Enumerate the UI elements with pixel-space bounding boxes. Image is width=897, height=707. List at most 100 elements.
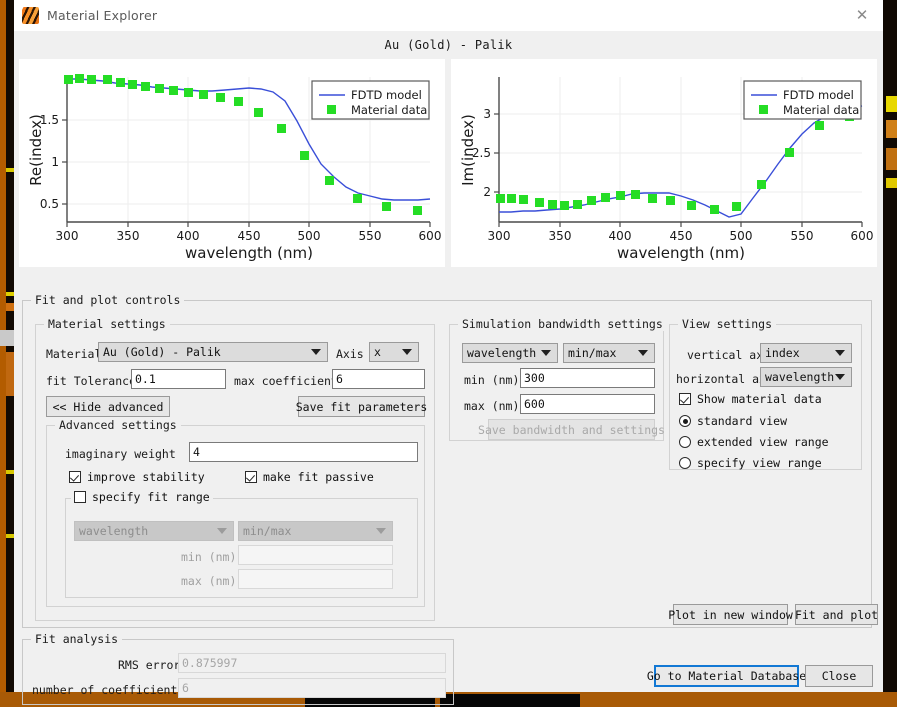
fit-range-mode-value: min/max: [243, 524, 292, 538]
bg-accent-right-orange-2: [886, 148, 897, 170]
legend-label-model-im: FDTD model: [783, 88, 854, 102]
horizontal-axis-value: wavelength: [765, 370, 835, 384]
radio-icon: [679, 436, 691, 448]
bandwidth-mode-value: min/max: [568, 346, 617, 360]
rms-error-label: RMS error: [118, 658, 181, 672]
xtick-label: 300: [488, 229, 511, 243]
legend-label-data-re: Material data: [351, 103, 427, 117]
plot-im-index-svg: 2 2.5 3 300 350 400 450 500 550 600 wave…: [451, 59, 877, 267]
xtick-label: 300: [56, 229, 79, 243]
fit-range-quantity-dropdown: wavelength: [74, 521, 234, 541]
fit-and-plot-label: Fit and plot: [794, 607, 879, 622]
material-label: Material: [46, 347, 102, 361]
checkbox-icon: [245, 471, 257, 483]
close-button[interactable]: Close: [805, 665, 873, 687]
axis-dropdown-value: x: [374, 345, 381, 359]
radio-standard-view[interactable]: standard view: [679, 414, 787, 428]
xaxis-label-im: wavelength (nm): [617, 244, 745, 262]
yaxis-label-re: Re(index): [27, 114, 45, 186]
bg-accent-right-yellow-1: [886, 96, 897, 112]
bandwidth-min-value: 300: [524, 371, 545, 385]
material-dropdown-value: Au (Gold) - Palik: [103, 345, 221, 359]
material-dropdown[interactable]: Au (Gold) - Palik: [98, 342, 328, 362]
fit-and-plot-button[interactable]: Fit and plot: [795, 604, 878, 625]
plot-area: 0.5 1 1.5 300 350 400 450 500 550 600 wa…: [19, 59, 877, 267]
plot-re-index-svg: 0.5 1 1.5 300 350 400 450 500 550 600 wa…: [19, 59, 445, 267]
make-fit-passive-label: make fit passive: [263, 470, 374, 484]
radio-specify-view-range[interactable]: specify view range: [679, 456, 822, 470]
horizontal-axis-dropdown[interactable]: wavelength: [760, 367, 852, 387]
plot-re-index[interactable]: 0.5 1 1.5 300 350 400 450 500 550 600 wa…: [19, 59, 445, 267]
xtick-label: 350: [549, 229, 572, 243]
max-coefficients-label: max coefficients: [234, 374, 345, 388]
vertical-axis-dropdown[interactable]: index: [760, 343, 852, 363]
hide-advanced-button[interactable]: << Hide advanced: [46, 396, 170, 417]
legend-marker-swatch-im: [759, 105, 768, 114]
xtick-label: 600: [851, 229, 874, 243]
improve-stability-label: improve stability: [87, 470, 205, 484]
checkbox-icon: [679, 393, 691, 405]
fit-tolerance-label: fit Tolerance: [46, 374, 137, 388]
fit-analysis-legend: Fit analysis: [31, 632, 123, 646]
bg-accent-left-orange-3: [6, 352, 14, 396]
bg-accent-left-yellow-1: [6, 168, 14, 172]
radio-icon: [679, 457, 691, 469]
close-icon[interactable]: ✕: [847, 1, 877, 29]
rms-error-value: 0.875997: [182, 656, 238, 670]
xtick-label: 400: [177, 229, 200, 243]
axis-dropdown[interactable]: x: [369, 342, 419, 362]
bandwidth-max-value: 600: [524, 397, 545, 411]
bg-accent-left-yellow-2: [6, 292, 14, 296]
ytick-label: 2: [483, 185, 491, 199]
legend-label-model-re: FDTD model: [351, 88, 422, 102]
bandwidth-quantity-value: wavelength: [467, 346, 537, 360]
close-label: Close: [821, 669, 857, 683]
advanced-settings-legend: Advanced settings: [55, 418, 181, 432]
checkbox-icon: [74, 491, 86, 503]
rms-error-value-field: 0.875997: [178, 653, 446, 673]
show-material-data-checkbox[interactable]: Show material data: [679, 392, 822, 406]
bandwidth-quantity-dropdown[interactable]: wavelength: [462, 343, 558, 363]
bandwidth-max-label: max (nm): [464, 399, 520, 413]
ytick-label: 0.5: [40, 197, 59, 211]
bg-accent-right-yellow-2: [886, 178, 897, 188]
view-settings-group: View settings vertical axis index horizo…: [669, 317, 862, 470]
plot-im-index[interactable]: 2 2.5 3 300 350 400 450 500 550 600 wave…: [451, 59, 877, 267]
xtick-label: 500: [730, 229, 753, 243]
xtick-label: 550: [359, 229, 382, 243]
specify-fit-range-checkbox[interactable]: specify fit range: [71, 490, 213, 504]
make-fit-passive-checkbox[interactable]: make fit passive: [245, 470, 374, 484]
taskbar-item-2: [440, 694, 580, 707]
simulation-bandwidth-legend: Simulation bandwidth settings: [458, 317, 667, 331]
num-coefficients-value: 6: [182, 681, 189, 695]
save-bandwidth-and-settings-label: Save bandwidth and settings: [478, 422, 665, 437]
bandwidth-max-input[interactable]: 600: [520, 394, 655, 414]
fit-range-min-label: min (nm): [181, 550, 237, 564]
specify-fit-range-group: specify fit range wavelength min/max min…: [65, 490, 418, 598]
specify-fit-range-label: specify fit range: [92, 490, 210, 504]
radio-icon: [679, 415, 691, 427]
improve-stability-checkbox[interactable]: improve stability: [69, 470, 205, 484]
ytick-label: 3: [483, 107, 491, 121]
go-to-material-database-label: Go to Material Database: [646, 669, 807, 683]
radio-extended-view-range[interactable]: extended view range: [679, 435, 829, 449]
bandwidth-mode-dropdown[interactable]: min/max: [563, 343, 655, 363]
go-to-material-database-button[interactable]: Go to Material Database: [647, 665, 806, 687]
max-coefficients-input[interactable]: 6: [332, 369, 425, 389]
xtick-label: 500: [298, 229, 321, 243]
chevron-down-icon: [311, 349, 321, 355]
chevron-down-icon: [376, 528, 386, 534]
plot-in-new-window-button[interactable]: Plot in new window: [668, 604, 793, 625]
num-coefficients-label: number of coefficients: [32, 683, 185, 697]
chevron-down-icon: [541, 350, 551, 356]
save-fit-parameters-label: Save fit parameters: [295, 399, 428, 414]
vertical-axis-value: index: [765, 346, 800, 360]
material-settings-legend: Material settings: [44, 317, 170, 331]
imaginary-weight-input[interactable]: 4: [189, 442, 418, 462]
chevron-down-icon: [835, 374, 845, 380]
xaxis-label-re: wavelength (nm): [185, 244, 313, 262]
bandwidth-min-input[interactable]: 300: [520, 368, 655, 388]
fit-range-min-input: [238, 545, 393, 565]
save-fit-parameters-button[interactable]: Save fit parameters: [295, 396, 428, 417]
fit-tolerance-input[interactable]: 0.1: [131, 369, 226, 389]
